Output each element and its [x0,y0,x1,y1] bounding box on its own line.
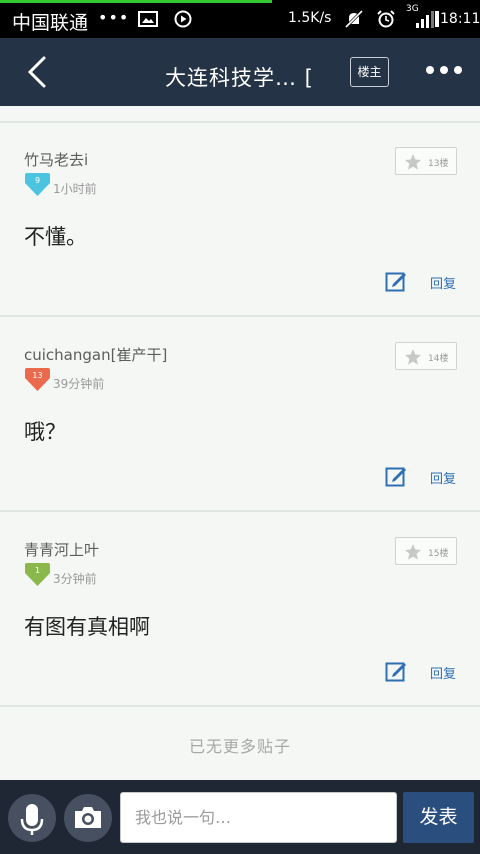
level-number: 9 [34,176,41,185]
back-icon[interactable] [22,54,52,90]
edit-icon[interactable] [385,270,407,292]
floor-number: 15楼 [428,549,449,559]
reply-link[interactable]: 回复 [430,273,456,292]
floor-number: 13楼 [428,159,449,169]
reply-link[interactable]: 回复 [430,468,456,487]
post-username[interactable]: 青青河上叶 [24,539,99,560]
reply-link[interactable]: 回复 [430,663,456,682]
notification-dots: ••• [98,8,130,27]
edit-icon[interactable] [385,660,407,682]
post-time: 1小时前 [53,182,97,196]
mute-icon [344,10,364,28]
edit-icon[interactable] [385,465,407,487]
comment-input[interactable] [120,792,397,843]
floor-like-button[interactable]: 14楼 [395,342,457,370]
signal-icon [416,11,434,28]
camera-button[interactable] [64,794,112,842]
post-time: 39分钟前 [53,377,105,391]
voice-button[interactable] [8,794,56,842]
page-title: 大连科技学… [ [165,66,314,90]
level-badge: 1 [24,563,51,587]
page-load-progress [0,0,272,3]
post-time: 3分钟前 [53,572,97,586]
post-content: 哦？ [24,420,66,444]
post-username[interactable]: cuichangan[崔产干] [24,344,167,365]
post-content: 有图有真相啊 [24,615,150,639]
level-badge: 13 [24,368,51,392]
floor-like-button[interactable]: 13楼 [395,147,457,175]
clock: 18:11 [440,11,480,27]
level-badge: 9 [24,173,51,197]
owner-only-button[interactable]: 楼主 [350,57,389,87]
star-icon [405,154,421,170]
post-content: 不懂。 [24,225,87,249]
post-item: 竹马老去i 9 1小时前 13楼 不懂。 回复 [0,123,480,317]
alarm-icon [377,10,395,28]
post-item: cuichangan[崔产干] 13 39分钟前 14楼 哦？ 回复 [0,318,480,512]
network-speed: 1.5K/s [288,10,332,26]
floor-number: 14楼 [428,354,449,364]
star-icon [405,349,421,365]
status-bar: 中国联通 ••• 1.5K/s 3G 18:11 [0,0,480,38]
post-username[interactable]: 竹马老去i [24,149,88,170]
camera-icon [75,807,101,828]
more-icon[interactable] [425,64,463,76]
send-button[interactable]: 发表 [403,792,474,843]
microphone-icon [20,804,44,835]
no-more-posts-label: 已无更多贴子 [188,737,291,756]
post-item: 青青河上叶 1 3分钟前 15楼 有图有真相啊 回复 [0,513,480,707]
carrier-name: 中国联通 [12,12,89,34]
bottom-input-bar: 发表 [0,780,480,854]
title-bar: 大连科技学… [ 楼主 [0,38,480,106]
level-number: 13 [32,371,43,380]
image-icon [138,11,158,27]
level-number: 1 [34,566,41,575]
star-icon [405,544,421,560]
play-icon [174,10,192,28]
floor-like-button[interactable]: 15楼 [395,537,457,565]
